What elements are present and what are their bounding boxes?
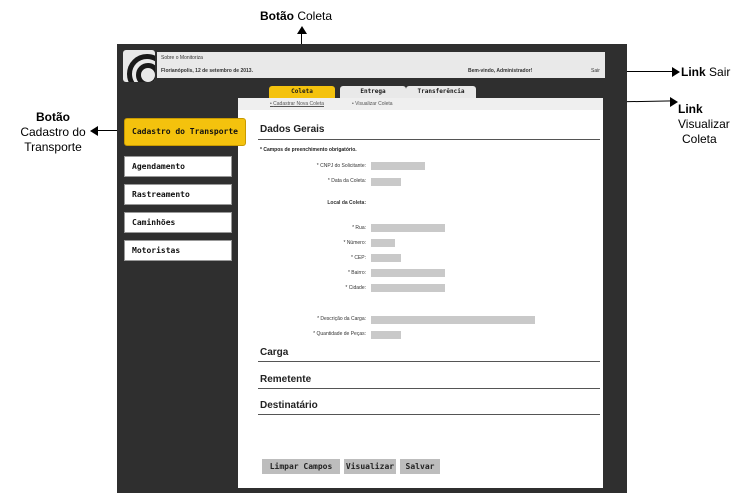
sidebar-item-cadastro-transporte[interactable]: Cadastro do Transporte [124,118,246,146]
annotation-visualizar-line1: Visualizar [678,117,730,131]
subnav-cadastrar-link[interactable]: • Cadastrar Nova Coleta [270,101,324,107]
cep-field[interactable] [371,254,401,262]
divider [258,414,600,415]
section-title-carga[interactable]: Carga [260,347,288,358]
descricao-field[interactable] [371,316,535,324]
sidebar-item-motoristas[interactable]: Motoristas [124,240,232,261]
divider [258,139,600,140]
cidade-field[interactable] [371,284,445,292]
annotation-visualizar-line2: Coleta [682,132,717,146]
annotation-cadastro-bold: Botão [36,110,70,124]
visualizar-button[interactable]: Visualizar [344,459,396,474]
annotation-sair-text: Sair [709,65,731,79]
arrow-sair-head [672,67,680,77]
cnpj-label: * CNPJ do Solicitante: [316,163,366,169]
welcome-text: Bem-vindo, Administrador! [468,68,533,74]
arrow-coleta-head [297,26,307,34]
salvar-button[interactable]: Salvar [400,459,440,474]
divider [258,361,600,362]
annotation-coleta: Botão Coleta [260,9,332,24]
numero-field[interactable] [371,239,395,247]
numero-label: * Número: [343,240,366,246]
quantidade-field[interactable] [371,331,401,339]
arrow-visualizar-head [670,97,678,107]
sidebar-item-agendamento[interactable]: Agendamento [124,156,232,177]
local-coleta-heading: Local da Coleta: [327,200,366,206]
quantidade-label: * Quantidade de Peças: [313,331,366,337]
annotation-cadastro-line2: Transporte [24,140,82,154]
divider [258,388,600,389]
sidebar-item-caminhoes[interactable]: Caminhões [124,212,232,233]
annotation-sair-bold: Link [681,65,706,79]
bairro-label: * Bairro: [347,270,366,276]
section-title-destinatario[interactable]: Destinatário [260,400,318,411]
arrow-cadastro-head [90,126,98,136]
tab-coleta[interactable]: Coleta [269,86,335,98]
about-link[interactable]: Sobre o Monitoriza [161,55,203,61]
annotation-cadastro-line1: Cadastro do [20,125,86,139]
annotation-visualizar-bold: Link [678,102,703,116]
section-title-dados-gerais: Dados Gerais [260,124,325,135]
annotation-sair: Link Sair [681,65,730,80]
annotation-coleta-bold: Botão [260,9,294,23]
rua-field[interactable] [371,224,445,232]
subnav-visualizar-link[interactable]: • Visualizar Coleta [352,101,393,107]
subnav-cadastrar-label: Cadastrar Nova Coleta [273,101,324,107]
limpar-campos-button[interactable]: Limpar Campos [262,459,340,474]
cnpj-field[interactable] [371,162,425,170]
logo-icon [123,50,155,82]
annotation-visualizar: Link Visualizar Coleta [678,102,730,147]
sair-link[interactable]: Sair [591,68,600,74]
content-panel [238,98,603,488]
section-title-remetente[interactable]: Remetente [260,374,311,385]
tab-entrega[interactable]: Entrega [340,86,406,98]
rua-label: * Rua: [352,225,366,231]
data-coleta-label: * Data da Coleta: [327,178,366,184]
cidade-label: * Cidade: [345,285,366,291]
date-text: Florianópolis, 12 de setembro de 2013. [161,68,253,74]
subnav-visualizar-label: Visualizar Coleta [355,101,393,107]
data-coleta-field[interactable] [371,178,401,186]
sidebar-item-rastreamento[interactable]: Rastreamento [124,184,232,205]
bairro-field[interactable] [371,269,445,277]
annotation-cadastro: Botão Cadastro do Transporte [8,110,98,155]
tab-transferencia[interactable]: Transferência [406,86,476,98]
descricao-label: * Descrição da Carga: [317,316,366,322]
cep-label: * CEP: [350,255,366,261]
annotation-coleta-text: Coleta [297,9,333,23]
required-note: * Campos de preenchimento obrigatório. [260,147,357,153]
top-bar [157,52,605,78]
